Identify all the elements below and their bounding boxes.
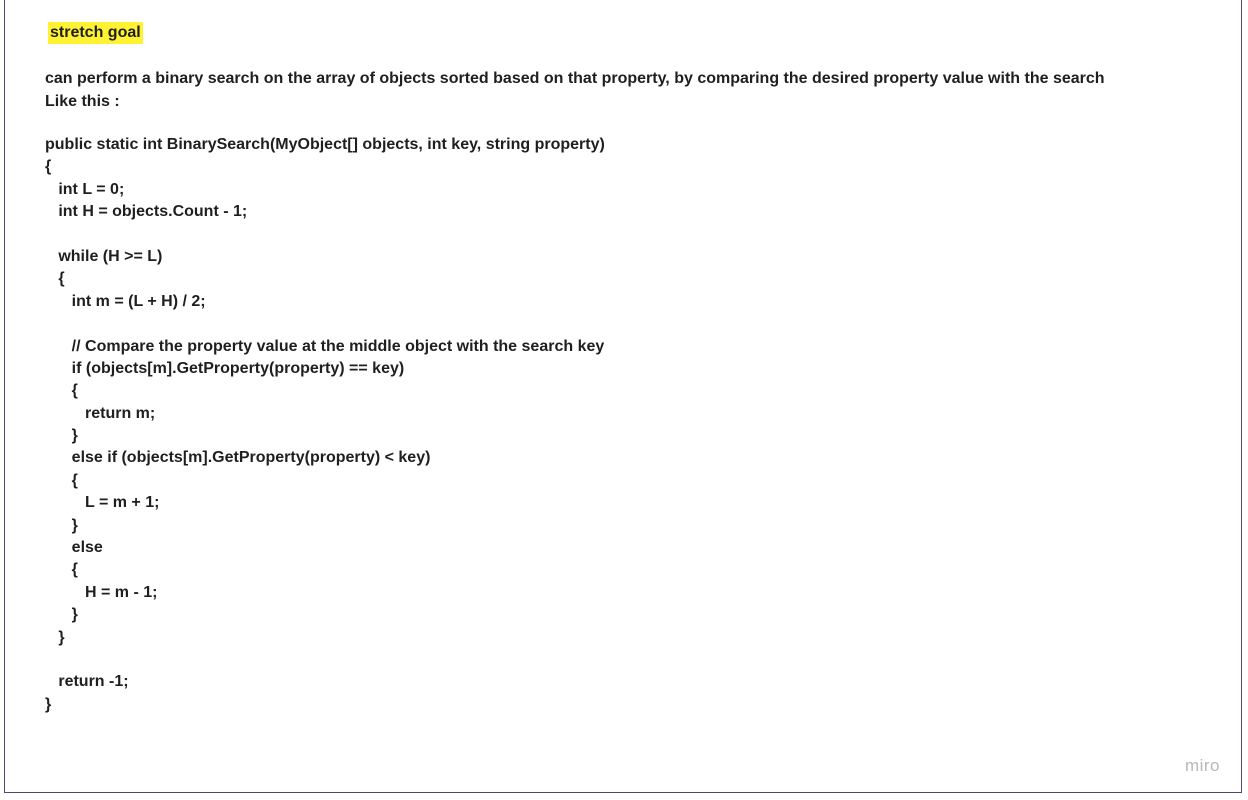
stretch-goal-tag[interactable]: stretch goal xyxy=(48,22,143,44)
code-block[interactable]: public static int BinarySearch(MyObject[… xyxy=(45,134,605,716)
code-line: else if (objects[m].GetProperty(property… xyxy=(45,449,431,467)
code-line: if (objects[m].GetProperty(property) == … xyxy=(45,359,405,377)
code-line: int m = (L + H) / 2; xyxy=(45,292,206,310)
code-line: while (H >= L) xyxy=(45,247,163,265)
code-line: { xyxy=(45,561,78,579)
intro-text[interactable]: can perform a binary search on the array… xyxy=(45,67,1225,113)
code-line: } xyxy=(45,427,78,445)
code-line: } xyxy=(45,628,65,646)
code-line: return -1; xyxy=(45,673,129,691)
code-line: { xyxy=(45,382,78,400)
code-line: { xyxy=(45,158,52,176)
code-line: } xyxy=(45,695,52,713)
code-line: public static int BinarySearch(MyObject[… xyxy=(45,136,605,153)
code-line: { xyxy=(45,471,78,489)
code-line: else xyxy=(45,539,103,557)
intro-line-2: Like this : xyxy=(45,93,120,110)
code-line: return m; xyxy=(45,404,156,422)
code-line: int L = 0; xyxy=(45,180,125,198)
code-line: int H = objects.Count - 1; xyxy=(45,203,248,221)
miro-watermark-logo: miro xyxy=(1184,756,1220,775)
code-line: { xyxy=(45,270,65,288)
code-line: } xyxy=(45,606,78,624)
intro-line-1: can perform a binary search on the array… xyxy=(45,70,1105,87)
code-line: // Compare the property value at the mid… xyxy=(45,337,605,355)
code-line: } xyxy=(45,516,78,534)
code-line: L = m + 1; xyxy=(45,494,160,512)
code-line: H = m - 1; xyxy=(45,583,158,601)
